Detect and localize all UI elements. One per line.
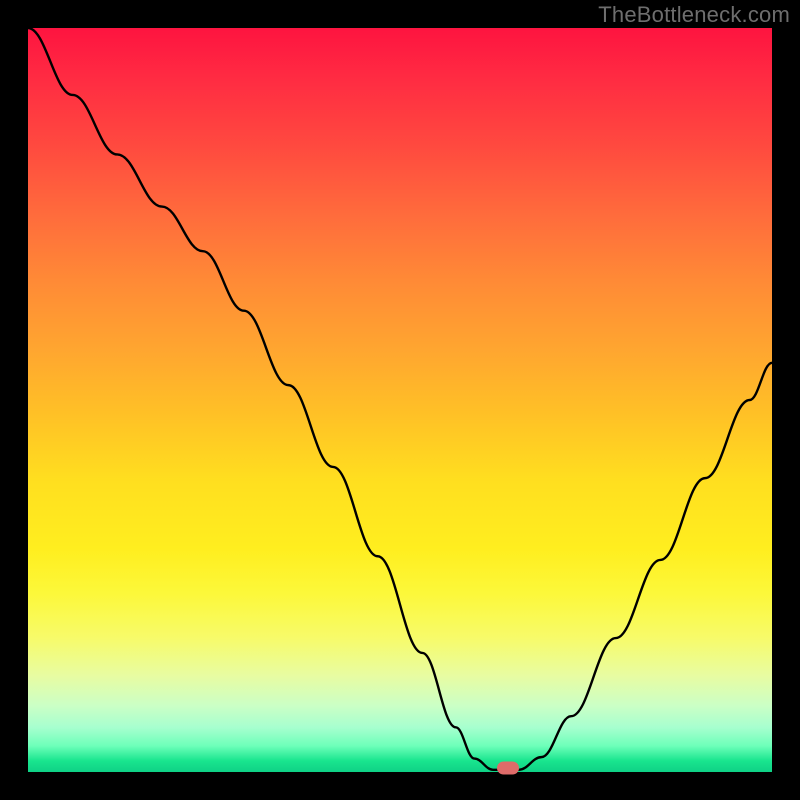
watermark-label: TheBottleneck.com xyxy=(598,2,790,28)
minimum-marker xyxy=(497,761,519,774)
plot-area xyxy=(28,28,772,772)
curve-path xyxy=(28,28,772,770)
line-chart-svg xyxy=(28,28,772,772)
chart-frame: TheBottleneck.com xyxy=(0,0,800,800)
